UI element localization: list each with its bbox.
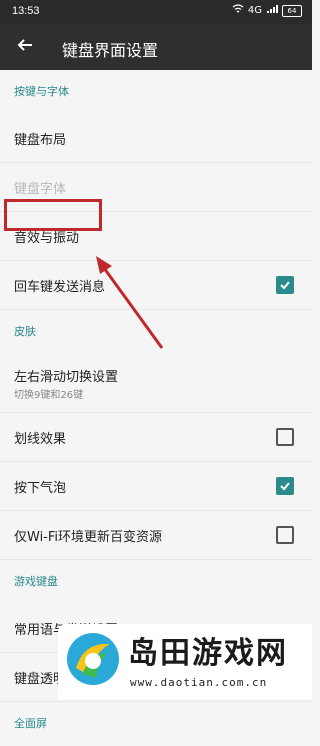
watermark-url: www.daotian.com.cn [130,676,268,689]
watermark-brand: 岛田游戏网 [128,636,288,671]
watermark-logo-icon [67,633,119,685]
section-header-fullscreen: 全面屏 [14,717,47,730]
annotation-arrow-icon [96,256,164,349]
watermark: 岛田游戏网 www.daotian.com.cn [58,624,312,699]
